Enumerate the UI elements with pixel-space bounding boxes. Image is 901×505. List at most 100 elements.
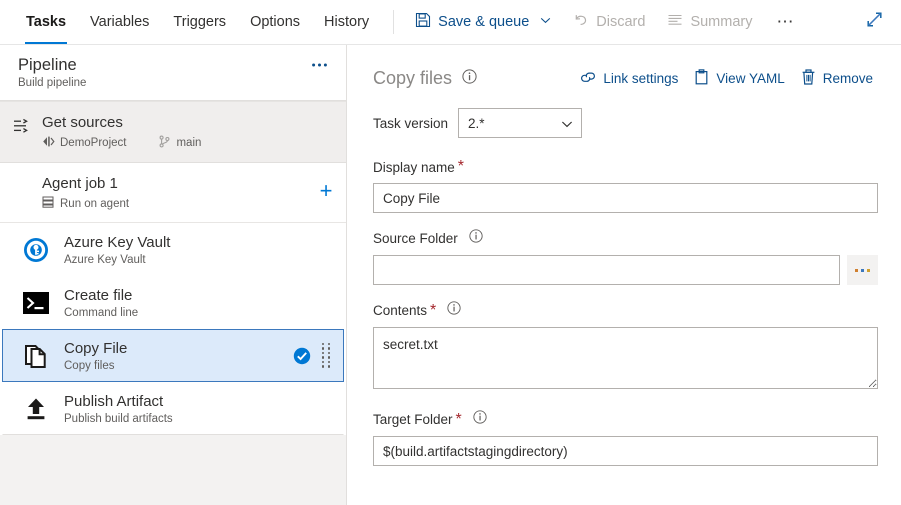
task-version-value: 2.*	[468, 116, 485, 131]
chevron-down-icon[interactable]	[540, 14, 551, 30]
source-folder-input[interactable]	[373, 255, 840, 285]
display-name-label-row: Display name *	[373, 158, 878, 176]
tab-tasks-label: Tasks	[26, 14, 66, 30]
field-source-folder: Source Folder	[373, 229, 878, 285]
task-title: Publish Artifact	[64, 392, 331, 411]
task-details-panel: Copy files	[347, 45, 901, 505]
tab-options-label: Options	[250, 14, 300, 30]
toolbar-divider	[393, 10, 394, 34]
task-version-label: Task version	[373, 116, 448, 131]
pipeline-menu-button[interactable]	[307, 55, 332, 73]
ellipsis-icon	[855, 269, 870, 272]
task-item-copy-file[interactable]: Copy File Copy files	[2, 329, 344, 382]
task-subtitle: Copy files	[64, 360, 293, 372]
link-icon	[580, 70, 596, 87]
details-header: Copy files	[347, 45, 901, 92]
save-and-queue-button[interactable]: Save & queue	[404, 0, 562, 44]
branch-info: main	[158, 135, 201, 151]
repo-info: DemoProject	[42, 135, 126, 151]
copy-files-icon	[21, 341, 51, 371]
contents-info-icon[interactable]	[447, 301, 461, 320]
discard-label: Discard	[596, 14, 645, 30]
get-sources-title: Get sources	[42, 113, 201, 132]
required-marker: *	[456, 411, 462, 429]
tab-triggers-label: Triggers	[173, 14, 226, 30]
view-yaml-button[interactable]: View YAML	[688, 65, 790, 92]
server-icon	[42, 196, 54, 211]
task-text: Create file Command line	[51, 286, 331, 319]
tab-history[interactable]: History	[312, 0, 381, 44]
source-folder-browse-button[interactable]	[847, 255, 878, 285]
pipeline-header[interactable]: Pipeline Build pipeline	[0, 45, 346, 100]
top-toolbar: Tasks Variables Triggers Options History	[0, 0, 901, 45]
task-enabled-badge	[293, 347, 311, 365]
upload-icon	[21, 394, 51, 424]
expand-icon	[866, 11, 883, 33]
pipeline-subtitle: Build pipeline	[18, 77, 86, 89]
tab-variables-label: Variables	[90, 14, 149, 30]
agent-job-text: Agent job 1 Run on agent	[42, 174, 306, 211]
target-folder-label: Target Folder	[373, 412, 453, 427]
more-options-button[interactable]: ⋯	[763, 0, 808, 44]
get-sources-text: Get sources DemoProject	[42, 113, 201, 151]
view-yaml-label: View YAML	[716, 71, 784, 86]
agent-job-title: Agent job 1	[42, 174, 306, 193]
field-target-folder: Target Folder *	[373, 410, 878, 466]
summary-label: Summary	[690, 14, 752, 30]
task-version-select-wrap: 2.*	[458, 108, 582, 138]
field-contents: Contents * secret.txt	[373, 301, 878, 394]
add-task-button[interactable]: +	[306, 174, 346, 204]
summary-button[interactable]: Summary	[656, 0, 763, 44]
details-info-icon[interactable]	[462, 69, 477, 89]
save-and-queue-label: Save & queue	[438, 14, 529, 30]
task-title: Copy File	[64, 339, 293, 358]
task-subtitle: Command line	[64, 307, 331, 319]
contents-textarea[interactable]: secret.txt	[373, 327, 878, 389]
source-folder-info-icon[interactable]	[469, 229, 483, 248]
undo-icon	[573, 12, 589, 32]
task-text: Publish Artifact Publish build artifacts	[51, 392, 331, 425]
target-folder-input[interactable]	[373, 436, 878, 466]
link-settings-button[interactable]: Link settings	[574, 66, 684, 91]
remove-button[interactable]: Remove	[795, 65, 879, 92]
list-icon	[667, 12, 683, 32]
target-folder-info-icon[interactable]	[473, 410, 487, 429]
get-sources-meta: DemoProject	[42, 135, 201, 151]
editor-body: Pipeline Build pipeline	[0, 45, 901, 505]
contents-label: Contents	[373, 303, 427, 318]
agent-job-subtitle-row: Run on agent	[42, 196, 306, 211]
source-folder-label-row: Source Folder	[373, 229, 878, 248]
task-item-create-file[interactable]: Create file Command line	[2, 276, 344, 329]
branch-icon	[158, 135, 171, 151]
pipeline-header-text: Pipeline Build pipeline	[18, 55, 86, 89]
task-subtitle: Azure Key Vault	[64, 254, 331, 266]
azure-repos-icon	[42, 135, 55, 151]
plus-icon: +	[320, 178, 333, 204]
task-version-select[interactable]: 2.*	[458, 108, 582, 138]
tab-history-label: History	[324, 14, 369, 30]
display-name-input[interactable]	[373, 183, 878, 213]
pipeline-editor: Tasks Variables Triggers Options History	[0, 0, 901, 505]
expand-button[interactable]	[858, 0, 891, 44]
target-folder-label-row: Target Folder *	[373, 410, 878, 429]
tab-variables[interactable]: Variables	[78, 0, 161, 44]
source-folder-input-group	[373, 255, 878, 285]
task-settings-form: Task version 2.* Displa	[347, 92, 901, 466]
command-line-icon	[21, 288, 51, 318]
get-sources-icon	[12, 116, 32, 136]
get-sources-item[interactable]: Get sources DemoProject	[0, 101, 346, 163]
task-drag-handle[interactable]	[321, 343, 331, 369]
tab-triggers[interactable]: Triggers	[161, 0, 238, 44]
save-icon	[415, 12, 431, 32]
agent-job-item[interactable]: Agent job 1 Run on agent	[0, 163, 346, 223]
contents-label-row: Contents *	[373, 301, 878, 320]
tab-tasks[interactable]: Tasks	[14, 0, 78, 44]
details-actions: Link settings View YAML	[574, 65, 879, 92]
pipeline-header-card: Pipeline Build pipeline	[0, 45, 346, 101]
discard-button[interactable]: Discard	[562, 0, 656, 44]
toolbar-actions: Save & queue Discard	[404, 0, 808, 44]
job-list: Agent job 1 Run on agent	[0, 163, 346, 435]
task-item-azure-key-vault[interactable]: Azure Key Vault Azure Key Vault	[2, 223, 344, 276]
task-item-publish-artifact[interactable]: Publish Artifact Publish build artifacts	[2, 382, 344, 435]
tab-options[interactable]: Options	[238, 0, 312, 44]
